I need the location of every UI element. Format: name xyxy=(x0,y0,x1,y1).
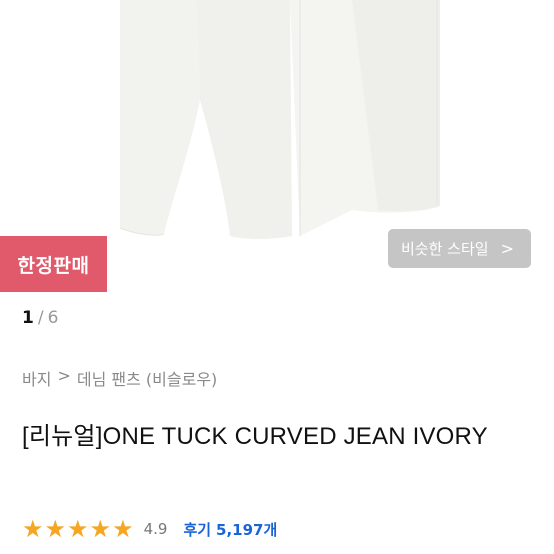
image-pager: 1/6 xyxy=(22,308,58,328)
pager-current: 1 xyxy=(22,308,34,328)
star-icon: ★ xyxy=(67,515,89,543)
rating-value: 4.9 xyxy=(143,520,168,538)
breadcrumb: 바지 > 데님 팬츠 (비슬로우) xyxy=(22,366,217,390)
pager-separator: / xyxy=(37,308,44,328)
review-link[interactable]: 후기 5,197개 xyxy=(183,519,277,540)
similar-style-label: 비슷한 스타일 xyxy=(401,240,489,258)
breadcrumb-separator: > xyxy=(57,366,71,385)
product-image[interactable]: 한정판매 비슷한 스타일 > xyxy=(0,0,554,292)
pager-total: 6 xyxy=(47,308,59,328)
chevron-right-icon: > xyxy=(500,239,514,258)
rating-row: ★ ★ ★ ★ ★ 4.9 후기 5,197개 xyxy=(22,517,277,541)
breadcrumb-category[interactable]: 바지 xyxy=(22,366,51,390)
star-icon: ★ xyxy=(22,515,44,543)
star-icon: ★ xyxy=(112,515,134,543)
product-title: [리뉴얼]ONE TUCK CURVED JEAN IVORY xyxy=(22,423,488,450)
review-count: 5,197개 xyxy=(216,520,278,539)
rating-stars: ★ ★ ★ ★ ★ xyxy=(22,517,134,541)
similar-style-button[interactable]: 비슷한 스타일 > xyxy=(388,229,531,268)
limited-sale-label: 한정판매 xyxy=(17,254,90,277)
star-icon: ★ xyxy=(89,515,112,543)
limited-sale-badge: 한정판매 xyxy=(0,236,107,292)
review-label: 후기 xyxy=(183,520,212,539)
breadcrumb-subcategory[interactable]: 데님 팬츠 (비슬로우) xyxy=(77,366,217,390)
star-icon: ★ xyxy=(44,515,67,543)
